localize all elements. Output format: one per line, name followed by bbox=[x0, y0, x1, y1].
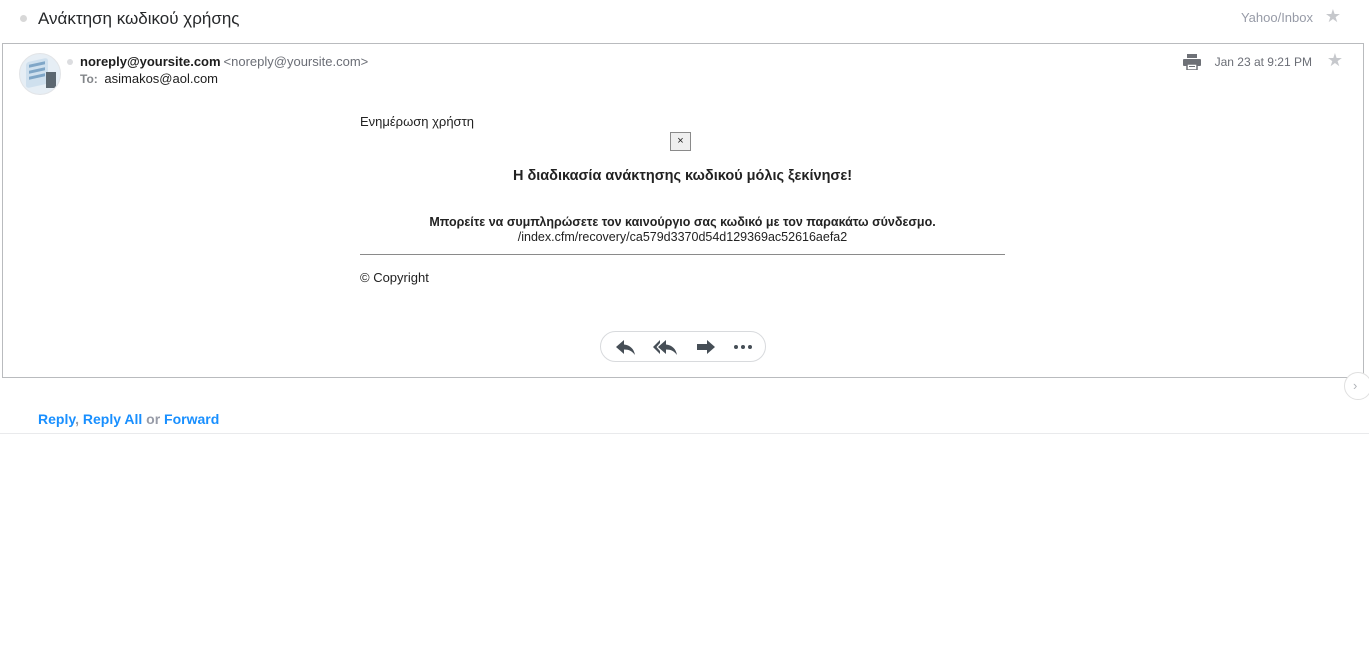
recovery-link[interactable]: /index.cfm/recovery/ca579d3370d54d129369… bbox=[360, 230, 1005, 244]
message-card: noreply@yoursite.com <noreply@yoursite.co… bbox=[2, 43, 1364, 378]
reply-links: Reply, Reply All or Forward bbox=[38, 411, 219, 427]
reply-all-icon[interactable] bbox=[653, 338, 679, 356]
sender-name[interactable]: noreply@yoursite.com bbox=[80, 54, 221, 69]
subject-bar: Ανάκτηση κωδικού χρήσης Yahoo/Inbox ★ bbox=[0, 0, 1369, 42]
instruction-text: Μπορείτε να συμπληρώσετε τον καινούργιο … bbox=[429, 215, 936, 229]
status-dot-icon bbox=[67, 59, 73, 65]
recipient-address[interactable]: asimakos@aol.com bbox=[104, 71, 218, 86]
folder-path[interactable]: Yahoo/Inbox bbox=[1241, 10, 1313, 25]
message-actions bbox=[600, 331, 766, 362]
sender-avatar bbox=[19, 53, 61, 95]
sender-line[interactable]: noreply@yoursite.com <noreply@yoursite.co… bbox=[80, 54, 368, 69]
email-subject: Ανάκτηση κωδικού χρήσης bbox=[38, 9, 240, 28]
star-icon[interactable]: ★ bbox=[1325, 6, 1341, 27]
close-button[interactable]: × bbox=[670, 132, 691, 151]
message-star-icon[interactable]: ★ bbox=[1327, 50, 1343, 71]
message-date: Jan 23 at 9:21 PM bbox=[1214, 55, 1312, 69]
reply-link[interactable]: Reply bbox=[38, 411, 75, 427]
divider bbox=[360, 254, 1005, 255]
comma-separator: , bbox=[75, 411, 79, 427]
print-icon[interactable] bbox=[1183, 54, 1201, 71]
reply-all-link[interactable]: Reply All bbox=[83, 411, 142, 427]
next-message-button[interactable]: › bbox=[1344, 372, 1369, 400]
chevron-right-icon: › bbox=[1353, 378, 1358, 393]
more-icon[interactable] bbox=[732, 338, 754, 356]
copyright-text: © Copyright bbox=[360, 270, 429, 285]
to-label: To: bbox=[80, 72, 98, 86]
forward-link[interactable]: Forward bbox=[164, 411, 219, 427]
headline: Η διαδικασία ανάκτησης κωδικού μόλις ξεκ… bbox=[512, 168, 853, 184]
bottom-divider bbox=[0, 433, 1369, 434]
unread-dot-icon bbox=[20, 15, 27, 22]
recipient-line: To: asimakos@aol.com bbox=[80, 71, 218, 86]
reply-icon[interactable] bbox=[615, 338, 637, 356]
forward-icon[interactable] bbox=[695, 338, 717, 356]
update-title: Ενημέρωση χρήστη bbox=[360, 114, 474, 129]
or-separator: or bbox=[146, 411, 161, 427]
sender-email[interactable]: <noreply@yoursite.com> bbox=[224, 54, 369, 69]
